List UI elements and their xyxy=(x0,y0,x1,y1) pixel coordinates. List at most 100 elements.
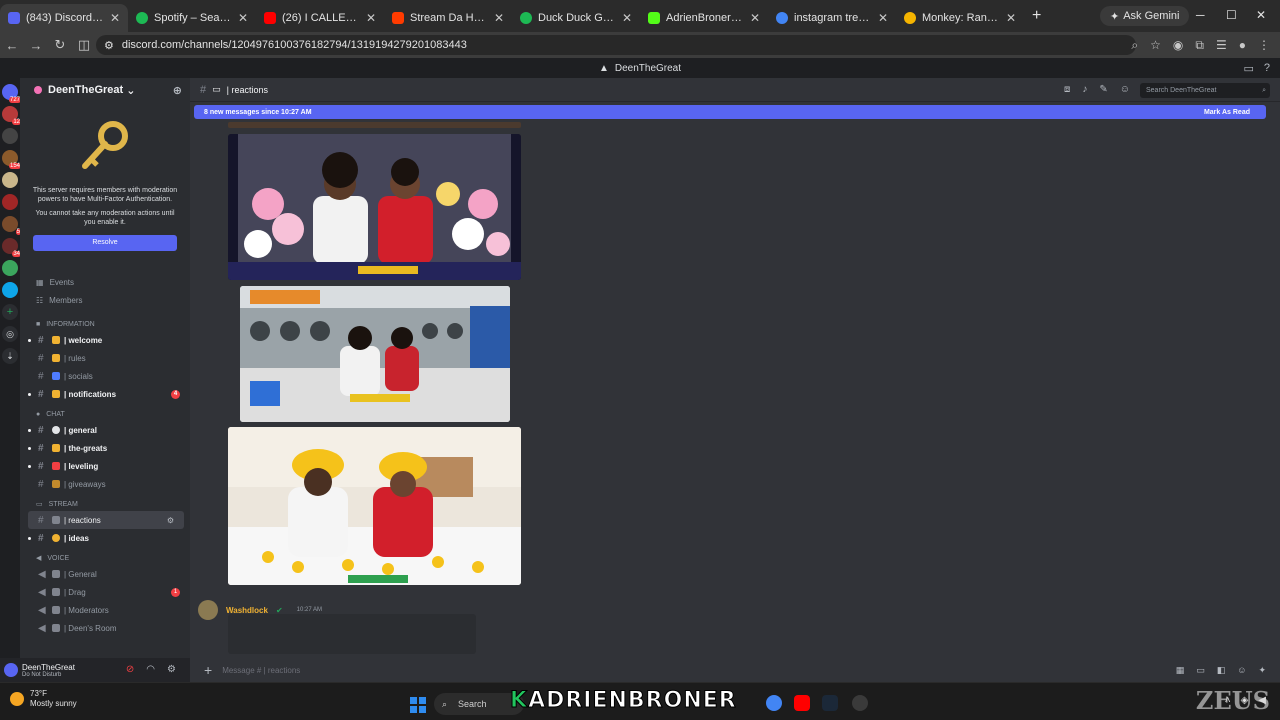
channel-welcome[interactable]: # | welcome xyxy=(20,331,190,349)
maximize-icon[interactable]: ☐ xyxy=(1226,8,1237,22)
sticker-icon[interactable]: ◧ xyxy=(1217,665,1226,676)
channel-general[interactable]: # | general xyxy=(20,421,190,439)
server-icon[interactable] xyxy=(2,282,18,298)
close-tab-icon[interactable]: ✕ xyxy=(238,11,248,25)
channel-socials[interactable]: # | socials xyxy=(20,367,190,385)
server-icon[interactable] xyxy=(2,172,18,188)
category-chat[interactable]: ● CHAT xyxy=(20,407,190,421)
server-icon[interactable]: 12 xyxy=(2,106,21,125)
minimize-icon[interactable]: ─ xyxy=(1196,8,1205,22)
extension-icon[interactable]: ◉ xyxy=(1173,38,1183,53)
category-information[interactable]: ■ INFORMATION xyxy=(20,317,190,331)
obs-icon[interactable] xyxy=(852,695,868,711)
add-attachment-icon[interactable]: + xyxy=(204,662,212,678)
browser-tab[interactable]: (26) I CALLED OUT KIN ✕ xyxy=(256,4,384,32)
browser-tab[interactable]: Monkey: Random ✕ xyxy=(896,4,1024,32)
server-icon[interactable]: 34 xyxy=(2,238,21,257)
channel-the-greats[interactable]: # | the-greats xyxy=(20,439,190,457)
close-tab-icon[interactable]: ✕ xyxy=(622,11,632,25)
browser-tab[interactable]: Duck Duck Goose - Si ✕ xyxy=(512,4,640,32)
notification-settings-icon[interactable]: ♪ xyxy=(1082,84,1087,95)
attachment-image[interactable] xyxy=(240,286,510,422)
threads-icon[interactable]: ⧈ xyxy=(1064,84,1070,95)
explore-icon[interactable]: ◎ xyxy=(2,326,18,342)
browser-tab[interactable]: AdrienBroner Stream ✕ xyxy=(640,4,768,32)
sidebar-toggle-icon[interactable]: ◫ xyxy=(72,37,96,53)
mark-as-read-button[interactable]: Mark As Read xyxy=(1204,109,1250,116)
forward-icon[interactable]: → xyxy=(24,38,48,53)
category-voice[interactable]: ◀ VOICE xyxy=(20,551,190,565)
browser-tab[interactable]: Spotify – Search ✕ xyxy=(128,4,256,32)
attachment-image[interactable] xyxy=(228,427,521,585)
mute-mic-icon[interactable]: ⊘ xyxy=(126,664,134,675)
user-settings-icon[interactable]: ⚙ xyxy=(167,664,176,675)
avatar[interactable] xyxy=(4,663,18,677)
new-messages-bar[interactable]: 8 new messages since 10:27 AM Mark As Re… xyxy=(194,105,1266,119)
close-tab-icon[interactable]: ✕ xyxy=(494,11,504,25)
close-tab-icon[interactable]: ✕ xyxy=(110,11,120,25)
voice-channel-moderators[interactable]: ◀ | Moderators xyxy=(20,601,190,619)
voice-channel-drag[interactable]: ◀ | Drag 1 xyxy=(20,583,190,601)
direct-messages-icon[interactable]: 727 xyxy=(2,84,21,103)
channel-reactions[interactable]: # | reactions ⚙ xyxy=(28,511,184,529)
close-tab-icon[interactable]: ✕ xyxy=(878,11,888,25)
browser-tab[interactable]: (843) Discord | # ✕ xyxy=(0,4,128,32)
server-icon[interactable] xyxy=(2,128,18,144)
voice-channel-deens-room[interactable]: ◀ | Deen's Room xyxy=(20,619,190,637)
browser-tab[interactable]: Stream Da Herm music ✕ xyxy=(384,4,512,32)
steam-icon[interactable] xyxy=(822,695,838,711)
profile-icon[interactable]: ● xyxy=(1239,38,1246,53)
voice-channel-general[interactable]: ◀ | General xyxy=(20,565,190,583)
back-icon[interactable]: ← xyxy=(0,38,24,53)
message-composer[interactable]: + Message # | reactions xyxy=(190,658,1280,682)
site-info-icon[interactable]: ⚙ xyxy=(104,39,114,52)
gift-icon[interactable]: ▦ xyxy=(1176,665,1185,676)
resolve-button[interactable]: Resolve xyxy=(33,235,177,251)
channel-giveaways[interactable]: # | giveaways xyxy=(20,475,190,493)
close-tab-icon[interactable]: ✕ xyxy=(1006,11,1016,25)
channel-settings-icon[interactable]: ⚙ xyxy=(167,516,174,525)
server-icon[interactable]: 5 xyxy=(2,216,21,235)
gif-icon[interactable]: ▭ xyxy=(1196,665,1205,676)
server-header[interactable]: DeenTheGreat ⌄ ⊕ xyxy=(20,78,190,102)
apps-icon[interactable]: ✦ xyxy=(1258,665,1266,676)
emoji-icon[interactable]: ☺ xyxy=(1237,665,1246,676)
events-nav[interactable]: ▦ Events xyxy=(20,273,190,291)
chrome-icon[interactable] xyxy=(766,695,782,711)
channel-ideas[interactable]: # | ideas xyxy=(20,529,190,547)
close-tab-icon[interactable]: ✕ xyxy=(750,11,760,25)
add-server-icon[interactable]: + xyxy=(2,304,18,320)
download-icon[interactable]: ⇣ xyxy=(2,348,18,364)
inbox-icon[interactable]: ▭ xyxy=(1243,62,1253,75)
category-stream[interactable]: ▭ STREAM xyxy=(20,497,190,511)
attachment-image[interactable] xyxy=(228,134,521,280)
pin-icon[interactable]: ✎ xyxy=(1099,84,1107,95)
server-icon[interactable]: 154 xyxy=(2,150,21,169)
url-field[interactable]: ⚙ discord.com/channels/12049761003761827… xyxy=(96,35,1136,55)
close-window-icon[interactable]: ✕ xyxy=(1256,8,1266,22)
channel-leveling[interactable]: # | leveling xyxy=(20,457,190,475)
bookmark-star-icon[interactable]: ☆ xyxy=(1150,38,1161,53)
zoom-icon[interactable]: ⌕ xyxy=(1131,38,1138,53)
avatar[interactable] xyxy=(198,600,218,620)
server-icon[interactable] xyxy=(2,260,18,276)
browser-tab[interactable]: instagram trent mason ✕ xyxy=(768,4,896,32)
new-tab-button[interactable]: + xyxy=(1032,7,1041,25)
server-icon[interactable] xyxy=(2,194,18,210)
member-list-icon[interactable]: ☺ xyxy=(1120,84,1130,95)
weather-widget[interactable]: 73°F Mostly sunny xyxy=(10,689,77,709)
close-tab-icon[interactable]: ✕ xyxy=(366,11,376,25)
reload-icon[interactable]: ↻ xyxy=(48,37,72,53)
puzzle-icon[interactable]: ⧉ xyxy=(1195,38,1204,53)
more-icon[interactable]: ⋮ xyxy=(1258,38,1270,53)
search-input[interactable]: Search DeenTheGreat ⌕ xyxy=(1140,83,1270,98)
channel-notifications[interactable]: # | notifications 4 xyxy=(20,385,190,403)
youtube-icon[interactable] xyxy=(794,695,810,711)
message-embed[interactable] xyxy=(228,614,476,654)
menu-icon[interactable]: ☰ xyxy=(1216,38,1227,53)
channel-rules[interactable]: # | rules xyxy=(20,349,190,367)
invite-icon[interactable]: ⊕ xyxy=(173,84,182,97)
headphones-icon[interactable]: ◠ xyxy=(146,664,155,675)
members-nav[interactable]: ☷ Members xyxy=(20,291,190,309)
help-icon[interactable]: ? xyxy=(1264,62,1270,75)
